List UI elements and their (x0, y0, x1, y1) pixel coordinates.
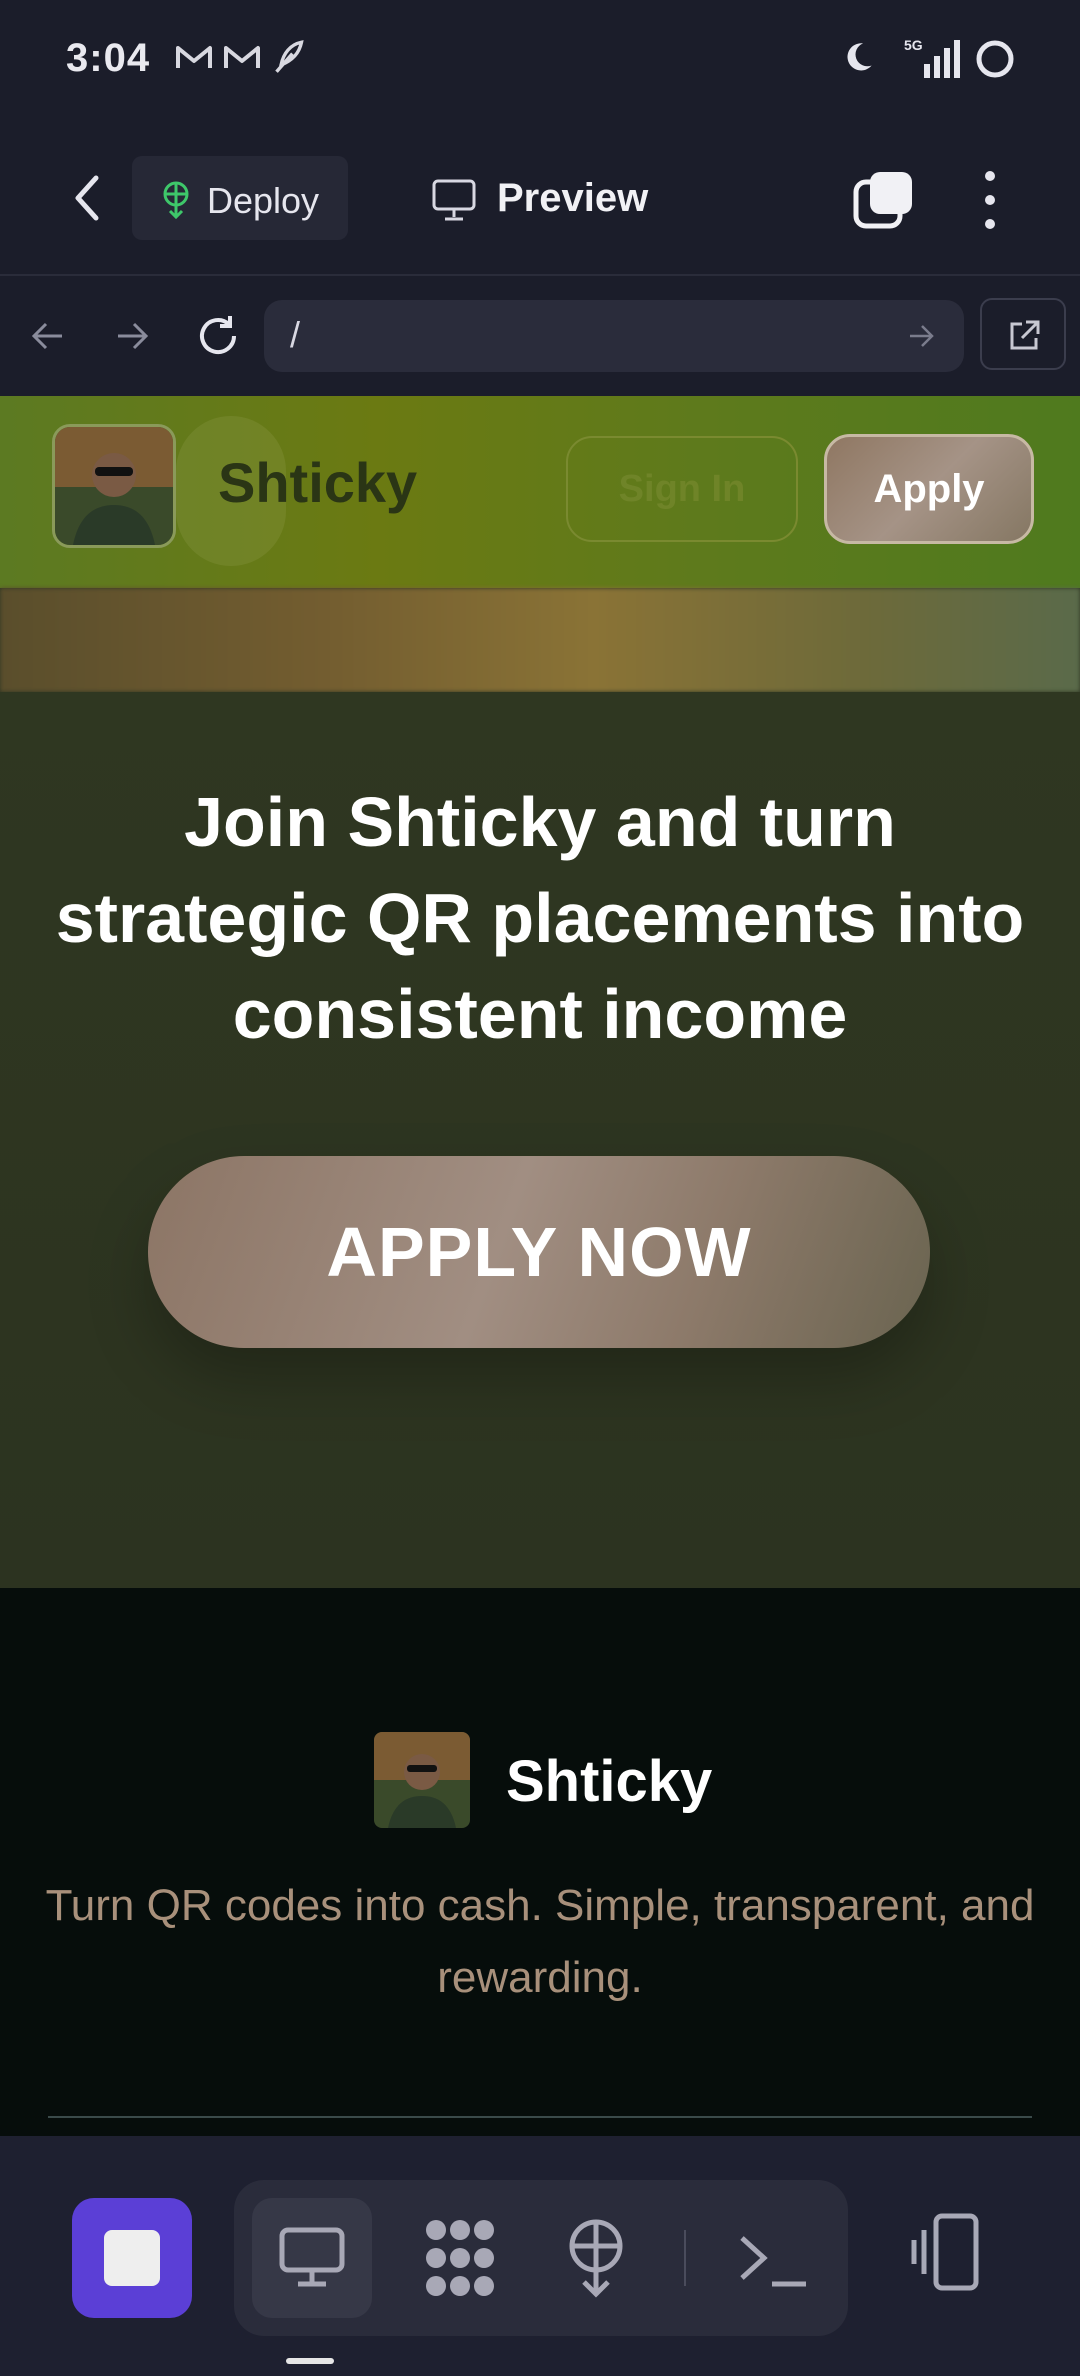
web-preview: Shticky Sign In Apply Join Shticky and t… (0, 396, 1080, 2136)
circle-icon (976, 40, 1014, 78)
site-header: Shticky Sign In Apply (0, 396, 1080, 588)
go-arrow-icon[interactable] (908, 322, 936, 350)
deploy-label: Deploy (207, 180, 320, 221)
footer-brand: Shticky (506, 1749, 713, 1814)
deploy-icon[interactable] (546, 2208, 646, 2308)
more-vert-icon[interactable] (970, 166, 1010, 234)
footer-tagline: Turn QR codes into cash. Simple, transpa… (45, 1881, 1035, 2002)
preview-label: Preview (497, 176, 649, 220)
deploy-button[interactable]: Deploy (132, 156, 348, 240)
feather-icon (275, 40, 304, 73)
app-toolbar: Deploy Preview (0, 120, 1080, 276)
tabs-icon[interactable] (852, 168, 916, 232)
desktop-tab[interactable] (252, 2198, 372, 2318)
profile-photo-icon (374, 1732, 470, 1828)
footer-divider (48, 2116, 1032, 2118)
clock: 3:04 (66, 36, 151, 80)
apply-button[interactable]: Apply (824, 434, 1034, 544)
url-text: / (290, 314, 301, 355)
arrow-right-icon[interactable] (112, 316, 152, 356)
bottom-nav (0, 2136, 1080, 2376)
url-bar: / (0, 276, 1080, 396)
site-footer: Shticky Turn QR codes into cash. Simple,… (0, 1588, 1080, 2136)
apps-icon[interactable] (410, 2208, 510, 2308)
desktop-icon (279, 2227, 345, 2287)
url-input[interactable]: / (264, 300, 964, 372)
terminal-icon[interactable] (724, 2208, 824, 2308)
site-logo[interactable] (52, 424, 176, 548)
monitor-icon (432, 179, 476, 221)
svg-text:5G: 5G (904, 37, 923, 53)
hero-section: Join Shticky and turn strategic QR place… (0, 692, 1080, 1588)
gmail-icon (176, 46, 212, 68)
home-icon (104, 2230, 160, 2286)
nav-divider (684, 2230, 686, 2286)
footer-logo (374, 1732, 470, 1828)
reload-icon[interactable] (194, 312, 242, 360)
deploy-icon (163, 181, 189, 220)
nav-group (234, 2180, 848, 2336)
profile-photo-icon (55, 427, 173, 545)
status-bar: 3:04 5G (0, 0, 1080, 120)
arrow-left-icon[interactable] (28, 316, 68, 356)
chevron-left-icon[interactable] (62, 168, 112, 228)
preview-tab[interactable]: Preview (425, 156, 685, 240)
signal-5g-icon: 5G (904, 37, 960, 78)
apply-now-button[interactable]: APPLY NOW (148, 1156, 930, 1348)
open-external-button[interactable] (980, 298, 1066, 370)
sign-in-button[interactable]: Sign In (566, 436, 798, 542)
devices-icon[interactable] (898, 2202, 998, 2302)
moon-icon (847, 43, 872, 71)
hero-title: Join Shticky and turn strategic QR place… (55, 783, 1025, 1053)
gmail-icon (224, 46, 260, 68)
blurred-banner (0, 588, 1080, 692)
home-indicator[interactable] (286, 2358, 334, 2364)
open-external-icon (1010, 320, 1040, 350)
home-button[interactable] (72, 2198, 192, 2318)
site-brand: Shticky (218, 451, 418, 514)
